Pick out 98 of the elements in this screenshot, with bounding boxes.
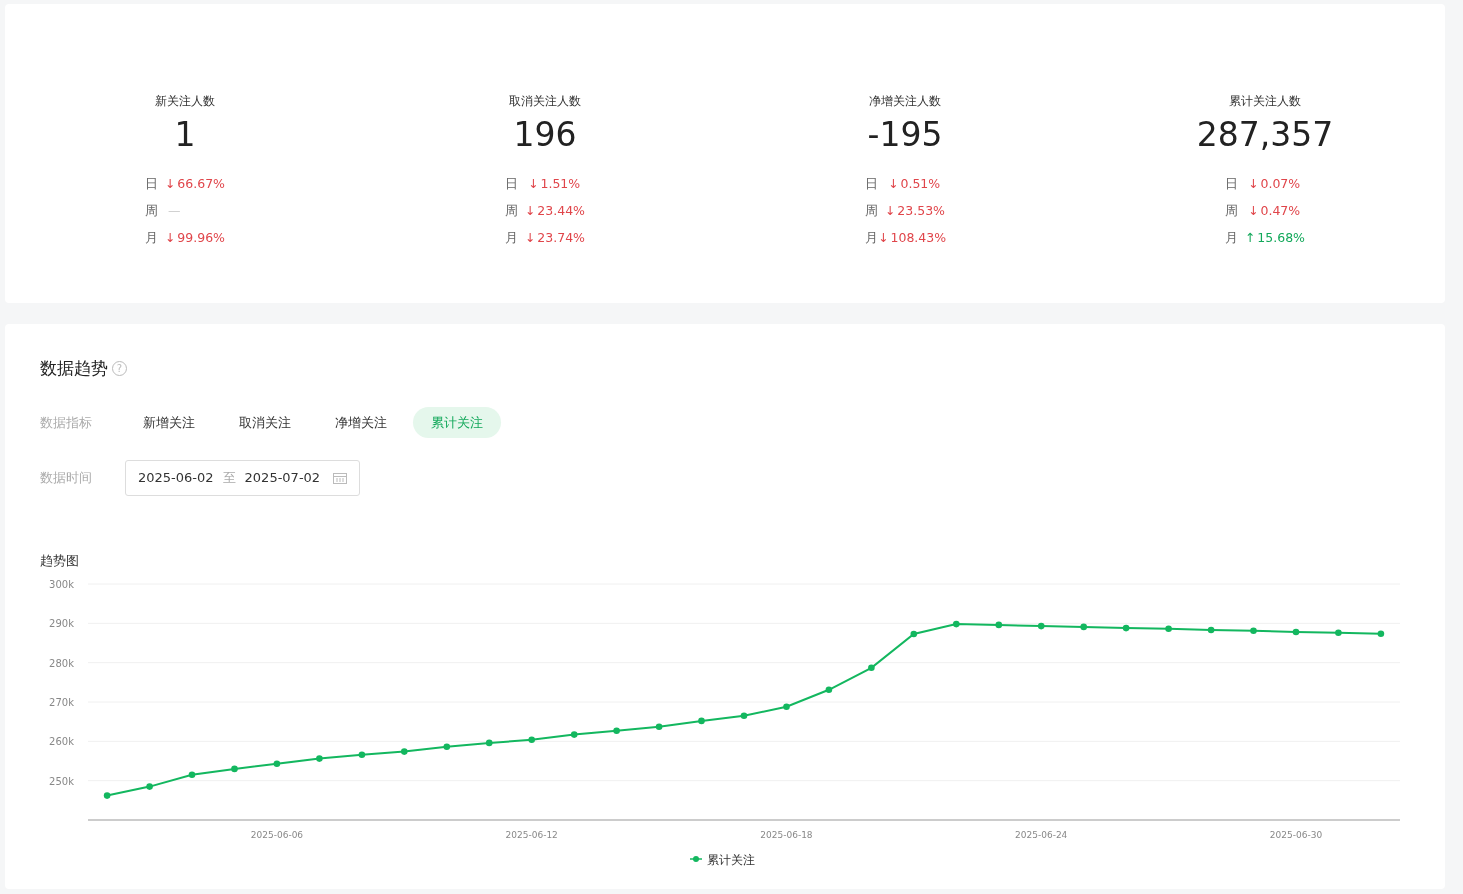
trend-arrow-icon: ↓: [164, 229, 176, 248]
period-label: 日: [865, 175, 879, 194]
period-label: 周: [145, 202, 159, 221]
trend-arrow-icon: ↓: [528, 175, 539, 194]
y-tick-label: 250k: [49, 775, 74, 787]
change-value: 23.74%: [537, 229, 585, 248]
period-label: 日: [505, 175, 519, 194]
stat-label: 取消关注人数: [509, 93, 581, 110]
stat-label: 累计关注人数: [1229, 93, 1301, 110]
x-tick-label: 2025-06-06: [250, 830, 304, 840]
data-point: [231, 765, 238, 773]
section-title: 数据趋势: [40, 357, 108, 380]
change-value: 99.96%: [177, 229, 225, 248]
trend-arrow-icon: ↓: [1248, 202, 1259, 221]
data-point: [698, 717, 705, 725]
end-date: 2025-07-02: [244, 469, 321, 487]
data-point: [1122, 624, 1130, 632]
y-tick-label: 280k: [49, 657, 74, 669]
range-separator: 至: [222, 469, 236, 487]
period-label: 月: [1225, 229, 1239, 248]
y-tick-label: 290k: [49, 618, 74, 630]
trend-arrow-icon: ↓: [878, 229, 889, 248]
data-point: [1080, 623, 1087, 631]
data-point: [146, 783, 153, 790]
y-tick-label: 300k: [49, 579, 74, 590]
data-point: [103, 792, 111, 799]
data-point: [655, 723, 663, 731]
change-value: 0.51%: [900, 175, 941, 194]
data-point: [443, 743, 451, 751]
data-point: [868, 664, 875, 672]
x-tick-label: 2025-06-18: [760, 830, 813, 840]
data-point: [316, 755, 323, 762]
trend-arrow-icon: ↓: [884, 202, 896, 221]
stat-value: 1: [174, 118, 196, 151]
x-tick-label: 2025-06-24: [1015, 830, 1068, 840]
x-tick-label: 2025-06-12: [505, 830, 558, 840]
data-point: [570, 731, 578, 738]
indicator-tab[interactable]: 净增关注: [317, 406, 405, 438]
chart-title: 趋势图: [40, 551, 80, 570]
data-point: [1037, 622, 1045, 630]
trend-arrow-icon: ↓: [524, 202, 536, 221]
field-label: 数据指标: [40, 413, 93, 432]
period-label: 周: [1225, 202, 1239, 221]
stat-value: -195: [867, 118, 943, 151]
period-label: 日: [145, 175, 159, 194]
data-point: [1292, 628, 1300, 636]
data-point: [783, 703, 790, 710]
period-label: 月: [145, 229, 159, 248]
data-point: [401, 748, 408, 755]
trend-arrow-icon: ↓: [524, 229, 536, 248]
data-point: [1207, 626, 1215, 634]
data-point: [1165, 625, 1172, 633]
data-point: [910, 630, 918, 638]
change-value: 66.67%: [177, 175, 225, 194]
y-tick-label: 260k: [49, 736, 74, 748]
data-point: [740, 712, 748, 720]
data-point: [358, 751, 366, 758]
data-point: [485, 739, 493, 747]
date-range-picker[interactable]: 2025-06-02 至 2025-07-02: [125, 460, 361, 496]
trend-arrow-icon: ↑: [1244, 229, 1256, 248]
change-value: 0.07%: [1260, 175, 1301, 194]
indicator-tab[interactable]: 取消关注: [221, 406, 309, 438]
data-point: [188, 771, 196, 779]
data-point: [1335, 629, 1342, 637]
trend-arrow-icon: ↓: [888, 175, 899, 194]
y-tick-label: 270k: [49, 697, 74, 708]
data-point: [995, 621, 1003, 629]
stat-value: 287,357: [1196, 118, 1334, 151]
start-date: 2025-06-02: [138, 469, 214, 487]
indicator-tab[interactable]: 新增关注: [125, 406, 213, 438]
trend-arrow-icon: ↓: [1248, 175, 1259, 194]
data-point: [613, 727, 620, 734]
change-value: 23.44%: [537, 202, 585, 221]
change-value: 15.68%: [1257, 229, 1305, 248]
period-label: 月: [865, 229, 878, 248]
stat-label: 净增关注人数: [869, 93, 941, 110]
data-point: [1250, 627, 1257, 635]
period-label: 周: [505, 202, 519, 221]
change-value: 1.51%: [540, 175, 581, 194]
data-point: [273, 760, 281, 768]
calendar-icon: [333, 471, 348, 484]
stat-value: 196: [513, 118, 577, 151]
legend-label[interactable]: 累计关注: [707, 852, 755, 867]
change-value: —: [168, 202, 181, 221]
data-point: [528, 736, 535, 744]
data-point: [825, 686, 833, 694]
data-point: [1377, 630, 1385, 637]
stat-label: 新关注人数: [155, 93, 215, 110]
period-label: 日: [1225, 175, 1239, 194]
change-value: 23.53%: [897, 202, 945, 221]
trend-arrow-icon: ↓: [164, 175, 176, 194]
field-label: 数据时间: [40, 469, 93, 487]
period-label: 月: [505, 229, 519, 248]
x-tick-label: 2025-06-30: [1269, 830, 1323, 840]
change-value: 108.43%: [890, 229, 947, 248]
change-value: 0.47%: [1260, 202, 1301, 221]
period-label: 周: [865, 202, 879, 221]
data-point: [953, 620, 960, 628]
